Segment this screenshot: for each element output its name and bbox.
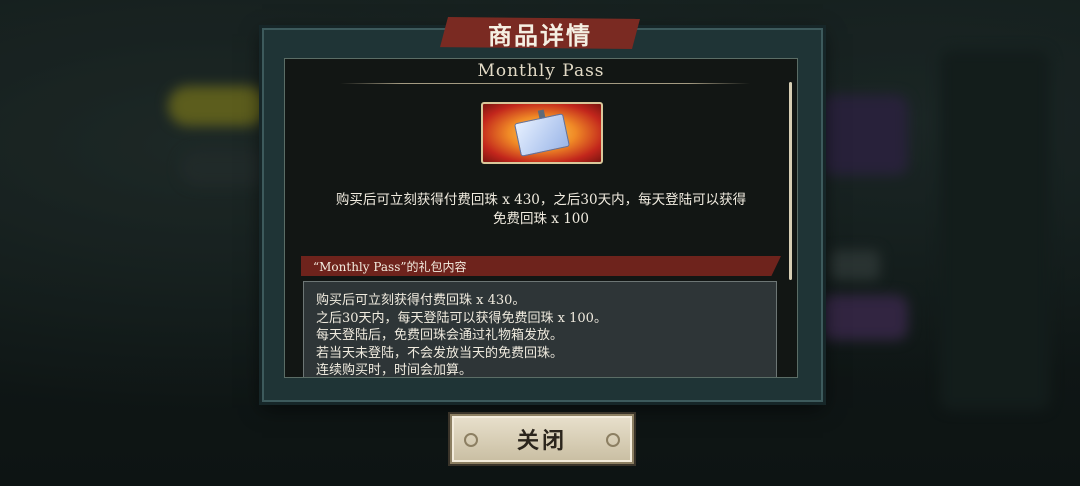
card-shape <box>514 113 570 157</box>
details-line: 若当天未登陆，不会发放当天的免费回珠。 <box>316 345 564 361</box>
item-name: Monthly Pass <box>477 61 605 81</box>
id-card-pass-icon <box>481 102 603 164</box>
details-line: 连续购买时，时间会加算。 <box>316 363 473 378</box>
title-divider <box>340 83 750 84</box>
dialog-content-panel[interactable]: Monthly Pass 购买后可立刻获得付费回珠 x 430，之后30天内，每… <box>284 58 798 378</box>
details-line: 每天登陆后，免费回珠会通过礼物箱发放。 <box>316 328 564 343</box>
section-title: “Monthly Pass”的礼包内容 <box>313 259 467 274</box>
close-button[interactable]: 关闭 <box>450 414 634 464</box>
dialog-title: 商品详情 <box>488 20 592 50</box>
dialog-title-banner: 商品详情 <box>440 17 640 49</box>
package-details-box[interactable]: 购买后可立刻获得付费回珠 x 430。 之后30天内，每天登陆可以获得免费回珠 … <box>303 281 777 378</box>
section-header: “Monthly Pass”的礼包内容 <box>301 256 781 276</box>
description-line: 购买后可立刻获得付费回珠 x 430，之后30天内，每天登陆可以获得 <box>335 192 747 208</box>
description-line: 免费回珠 x 100 <box>493 211 589 227</box>
scrollbar[interactable] <box>789 82 792 280</box>
ring-ornament-icon <box>464 433 478 447</box>
details-line: 之后30天内，每天登陆可以获得免费回珠 x 100。 <box>316 310 607 326</box>
close-button-label: 关闭 <box>516 428 567 454</box>
item-description: 购买后可立刻获得付费回珠 x 430，之后30天内，每天登陆可以获得 免费回珠 … <box>285 191 797 229</box>
details-line: 购买后可立刻获得付费回珠 x 430。 <box>316 293 526 308</box>
ring-ornament-icon <box>606 433 620 447</box>
